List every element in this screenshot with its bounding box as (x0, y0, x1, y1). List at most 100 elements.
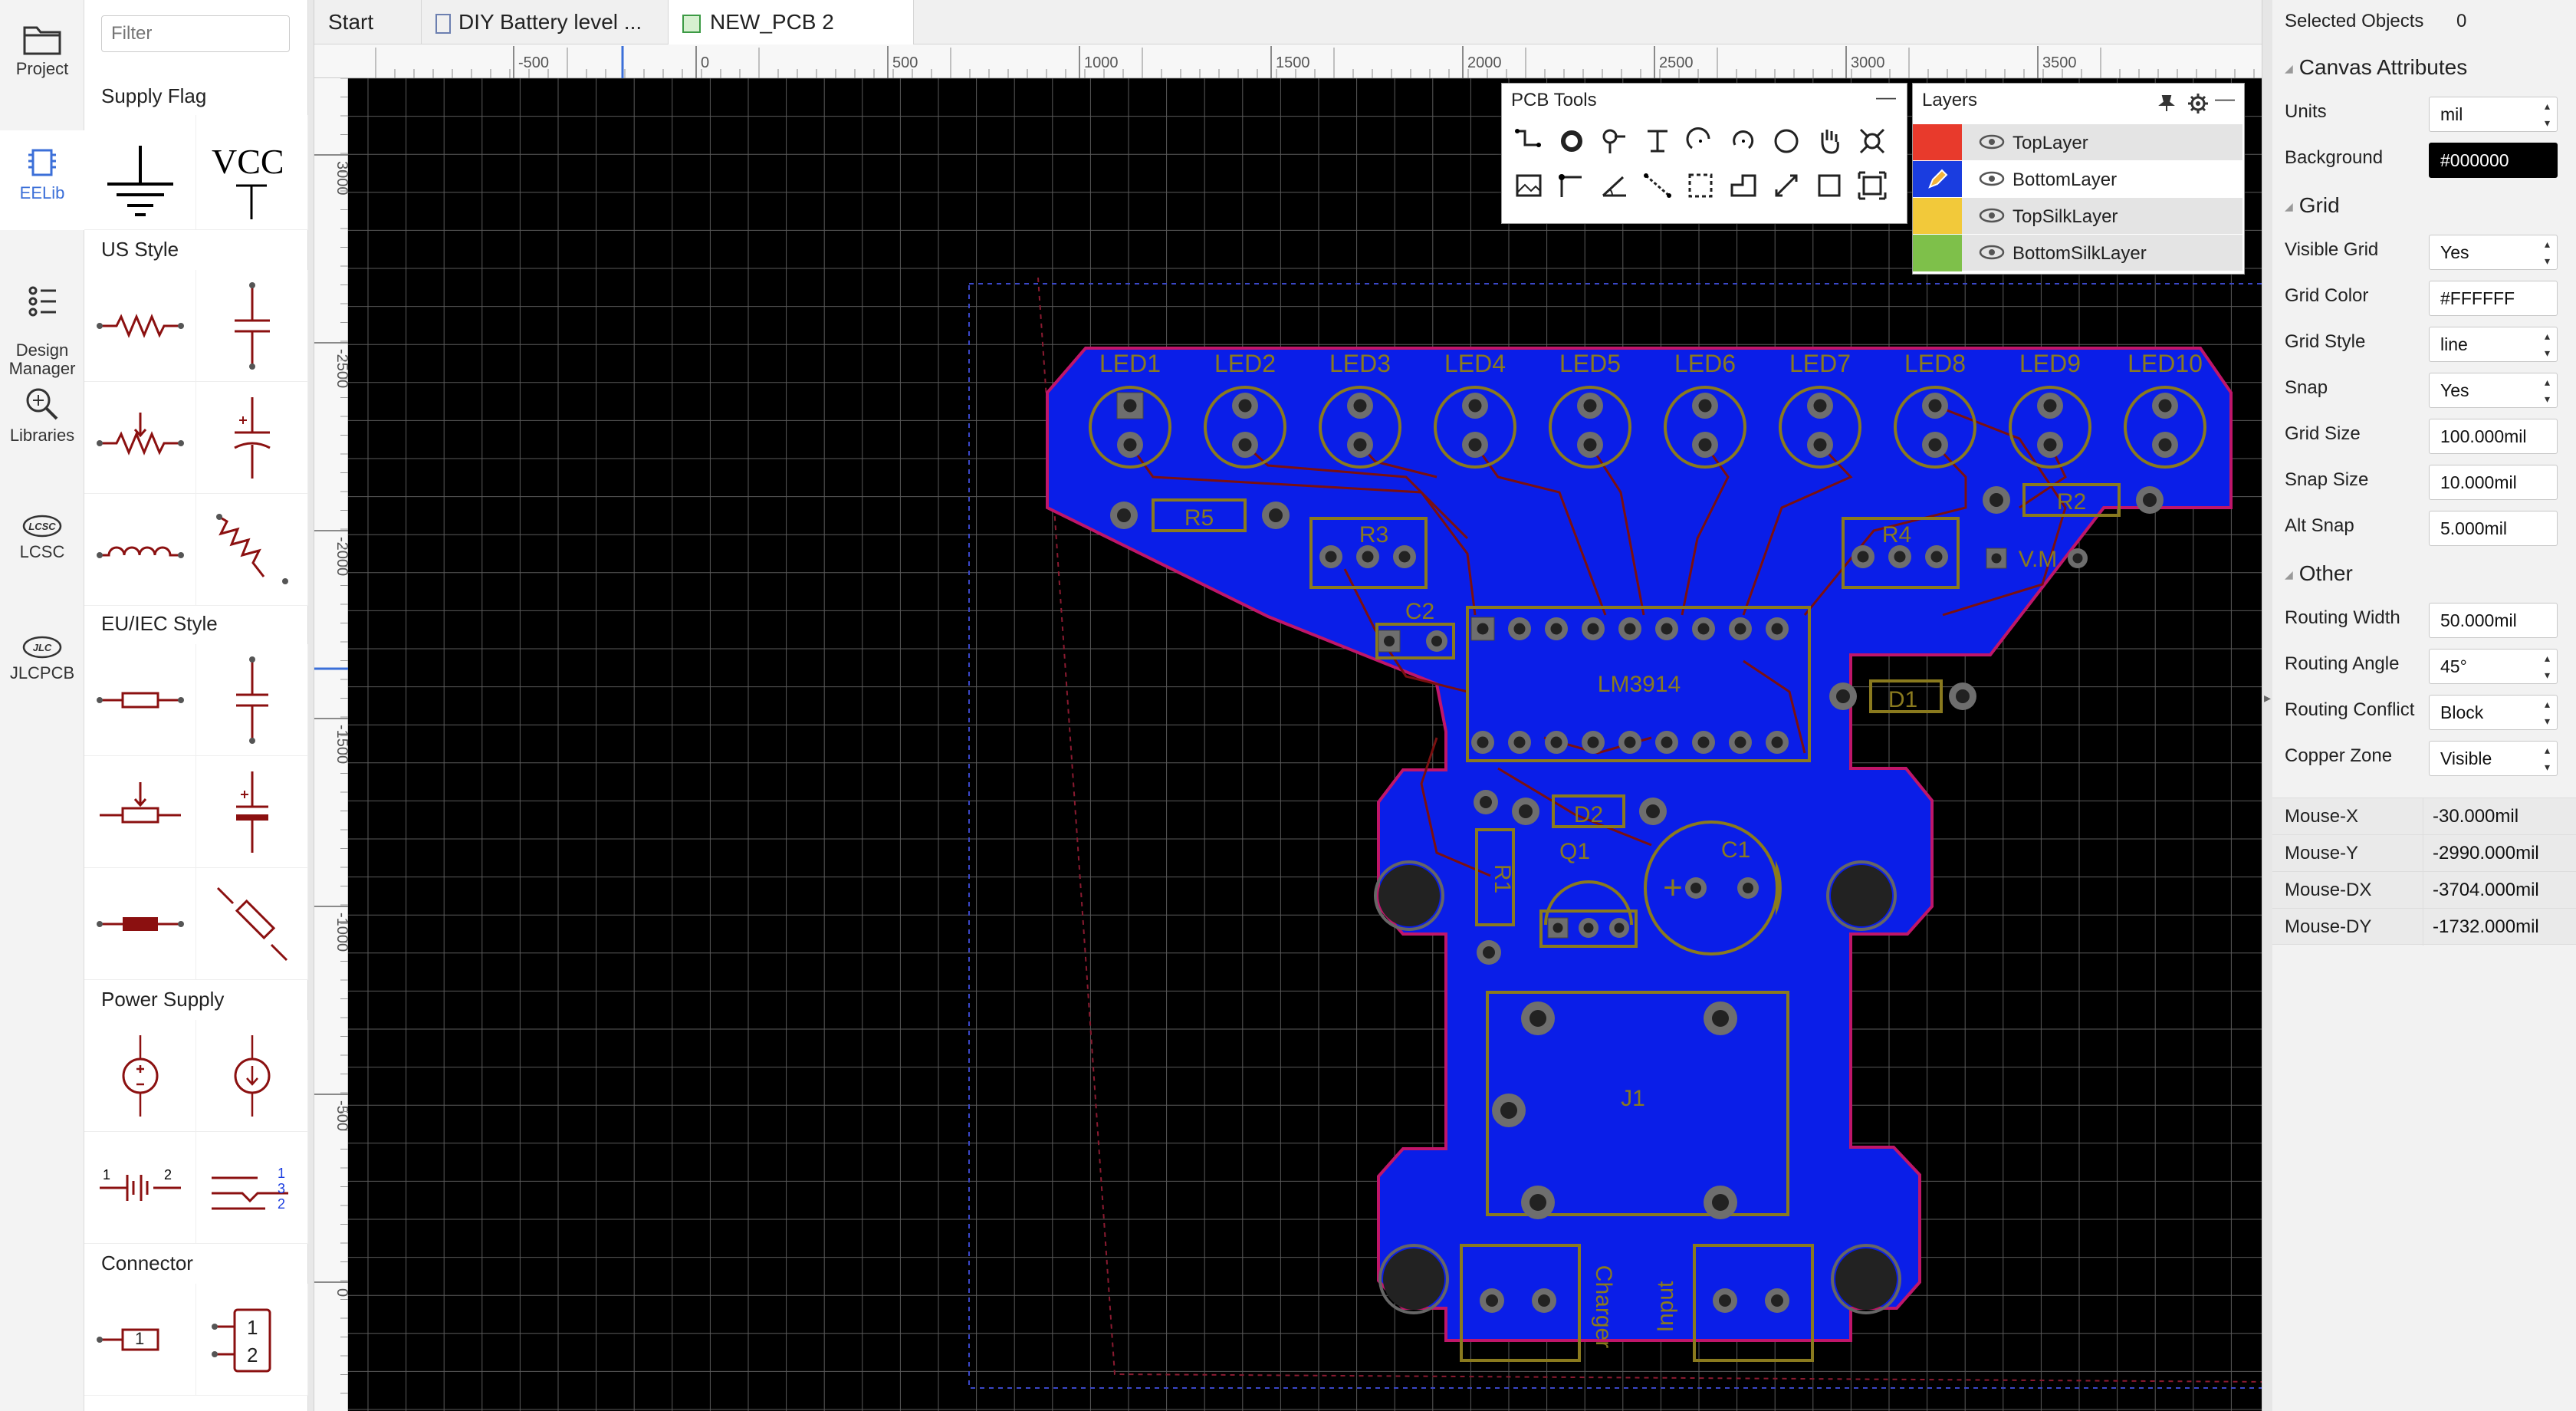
led-designator: LED1 (1099, 350, 1161, 377)
pan-tool-icon[interactable] (1812, 123, 1847, 159)
text-tool-icon[interactable] (1640, 123, 1675, 159)
board-copper-pour[interactable] (1046, 347, 2233, 1342)
layer-color-swatch[interactable] (1913, 235, 1962, 271)
arc-tool-icon[interactable] (1683, 123, 1718, 159)
tab-pcb[interactable]: NEW_PCB 2 (669, 0, 914, 44)
connector-2pin[interactable]: 1 2 (196, 1284, 308, 1396)
library-splitter[interactable] (308, 0, 314, 1411)
canvas-attributes-header[interactable]: Canvas Attributes (2285, 55, 2467, 80)
snap-size-field[interactable]: 10.000mil (2429, 465, 2558, 500)
current-source[interactable] (196, 1020, 308, 1132)
connector-1pin[interactable]: 1 (84, 1284, 196, 1396)
voltage-source[interactable] (84, 1020, 196, 1132)
document-tabs: Start DIY Battery level ... NEW_PCB 2 (314, 0, 2262, 44)
us-polar-capacitor[interactable] (196, 382, 308, 494)
ruler-label: 3500 (2042, 54, 2077, 71)
polar-capacitor-icon (234, 397, 271, 479)
svg-text:2: 2 (164, 1167, 172, 1182)
nav-jlcpcb[interactable]: JLC JLCPCB (0, 633, 84, 682)
layers-minimize-button[interactable]: — (2215, 87, 2235, 110)
copper-area-tool-icon[interactable] (1683, 168, 1718, 203)
alt-snap-field[interactable]: 5.000mil (2429, 511, 2558, 546)
rect-tool-icon[interactable] (1812, 168, 1847, 203)
library-filter-input[interactable] (101, 15, 290, 52)
mounting-hole (1378, 865, 1440, 926)
snap-select[interactable]: Yes (2429, 373, 2558, 408)
iec-resistor[interactable] (84, 644, 196, 756)
hole-tool-icon[interactable] (1855, 123, 1890, 159)
via-tool-icon[interactable] (1597, 123, 1632, 159)
eye-icon[interactable] (1979, 207, 2005, 224)
grid-size-field[interactable]: 100.000mil (2429, 419, 2558, 454)
iec-diode-angled[interactable] (196, 868, 308, 980)
eye-icon[interactable] (1979, 133, 2005, 150)
pad-hole (1538, 1294, 1550, 1307)
layer-row-top[interactable]: TopLayer (1913, 123, 2242, 161)
properties-splitter[interactable]: ▸ (2262, 0, 2272, 1411)
us-inductor[interactable] (84, 494, 196, 606)
routing-angle-select[interactable]: 45° (2429, 649, 2558, 684)
tab-start[interactable]: Start (314, 0, 422, 44)
us-resistor[interactable] (84, 270, 196, 382)
routing-width-field[interactable]: 50.000mil (2429, 603, 2558, 638)
iec-polar-capacitor[interactable] (196, 756, 308, 868)
vcc-symbol[interactable]: VCC (196, 115, 308, 230)
iec-potentiometer[interactable] (84, 756, 196, 868)
nav-design-manager[interactable]: Design Manager (0, 265, 84, 378)
pad-tool-icon[interactable] (1554, 123, 1589, 159)
background-color-field[interactable]: #000000 (2429, 143, 2558, 178)
pcb-tools-minimize-button[interactable]: — (1876, 85, 1896, 109)
iec-capacitor[interactable] (196, 644, 308, 756)
us-potentiometer[interactable] (84, 382, 196, 494)
visible-grid-select[interactable]: Yes (2429, 235, 2558, 270)
pad-hole (2043, 399, 2057, 413)
grid-style-select[interactable]: line (2429, 327, 2558, 362)
layer-row-topsilk[interactable]: TopSilkLayer (1913, 197, 2242, 235)
dimension-tool-icon[interactable] (1597, 168, 1632, 203)
layer-row-bottom[interactable]: BottomLayer (1913, 160, 2242, 198)
tab-schematic[interactable]: DIY Battery level ... (422, 0, 669, 44)
nav-lcsc-label: LCSC (19, 542, 65, 561)
nav-lcsc[interactable]: LCSC LCSC (0, 512, 84, 561)
grid-color-field[interactable]: #FFFFFF (2429, 281, 2558, 316)
eye-icon[interactable] (1979, 170, 2005, 187)
layer-row-bottomsilk[interactable]: BottomSilkLayer (1913, 234, 2242, 271)
track-tool-icon[interactable] (1511, 123, 1546, 159)
gear-icon[interactable] (2187, 93, 2209, 114)
pad-hole (1661, 736, 1673, 748)
ratsnest-tool-icon[interactable] (1640, 168, 1675, 203)
dc-jack[interactable]: 132 (196, 1132, 308, 1244)
nav-project[interactable]: Project (0, 23, 84, 78)
us-capacitor[interactable] (196, 270, 308, 382)
iec-fuse[interactable] (84, 868, 196, 980)
mouse-dx-label: Mouse-DX (2285, 880, 2372, 900)
us-thermistor[interactable] (196, 494, 308, 606)
measure-tool-icon[interactable] (1769, 168, 1804, 203)
collapse-arrow-icon[interactable]: ▸ (2264, 690, 2271, 706)
layer-color-swatch[interactable] (1913, 124, 1962, 161)
units-select[interactable]: mil (2429, 97, 2558, 132)
group-tool-icon[interactable] (1855, 168, 1890, 203)
solid-region-tool-icon[interactable] (1726, 168, 1761, 203)
pcb-canvas[interactable]: LED1 LED2 LED3 LED4 LED5 LED6 LED7 LED8 LED9 LED1… (348, 78, 2262, 1411)
nav-eelib[interactable]: EELib (0, 130, 84, 230)
prop-alt-snap: Alt Snap 5.000mil (2272, 505, 2576, 551)
battery[interactable]: 12 (84, 1132, 196, 1244)
arc-center-tool-icon[interactable] (1726, 123, 1761, 159)
d2-designator: D2 (1574, 802, 1603, 827)
circle-tool-icon[interactable] (1769, 123, 1804, 159)
connect-pad-tool-icon[interactable] (1554, 168, 1589, 203)
pin-icon[interactable] (2157, 93, 2177, 113)
routing-conflict-select[interactable]: Block (2429, 695, 2558, 730)
image-tool-icon[interactable] (1511, 168, 1546, 203)
copper-zone-select[interactable]: Visible (2429, 741, 2558, 776)
prop-snap: Snap Yes (2272, 367, 2576, 413)
pcb-drawing[interactable]: LED1 LED2 LED3 LED4 LED5 LED6 LED7 LED8 LED9 LED1… (348, 78, 2262, 1411)
nav-libraries[interactable]: Libraries (0, 385, 84, 445)
led-designator: LED10 (2128, 350, 2203, 377)
eye-icon[interactable] (1979, 244, 2005, 261)
layer-color-swatch[interactable] (1913, 198, 1962, 235)
other-header[interactable]: Other (2285, 561, 2353, 586)
ground-symbol[interactable] (84, 115, 196, 230)
grid-header[interactable]: Grid (2285, 193, 2340, 218)
